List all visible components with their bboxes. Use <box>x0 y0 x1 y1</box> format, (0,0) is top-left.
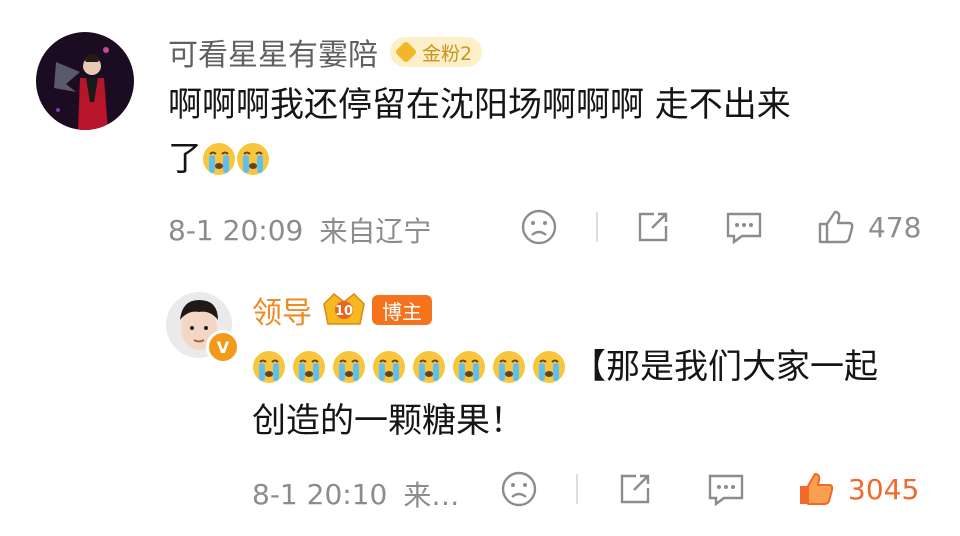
vip-badge[interactable]: 10 <box>320 290 368 330</box>
sad-face-icon <box>521 209 557 245</box>
action-divider <box>596 212 598 242</box>
crying-emoji-icon <box>453 351 485 383</box>
reply-comment-button[interactable] <box>706 470 746 508</box>
comment-bubble-icon <box>726 212 762 245</box>
sad-face-icon <box>501 471 537 507</box>
reply-time: 8-1 20:10 <box>252 477 388 511</box>
crying-emoji-icon <box>237 143 269 175</box>
reply-source: 来… <box>403 479 460 512</box>
blogger-role-badge: 博主 <box>372 295 432 325</box>
share-icon <box>638 212 668 242</box>
commenter-username[interactable]: 可看星星有霎陪 <box>168 30 378 74</box>
reply-emoji-group <box>252 347 572 387</box>
reply-button[interactable] <box>724 208 764 246</box>
gold-fan-icon <box>394 40 418 64</box>
like-count: 478 <box>868 210 922 244</box>
crying-emoji-icon <box>533 351 565 383</box>
crying-emoji-icon <box>203 143 235 175</box>
thumbs-up-icon <box>818 210 854 244</box>
crying-emoji-icon <box>413 351 445 383</box>
comment-text-line2-wrap: 了 <box>168 132 928 186</box>
comment-bubble-icon <box>708 474 744 507</box>
vip-level: 10 <box>335 304 353 319</box>
crying-emoji-icon <box>253 351 285 383</box>
commenter-avatar[interactable] <box>36 32 134 130</box>
action-divider <box>576 474 578 504</box>
share-icon <box>620 474 650 504</box>
crying-emoji-icon <box>333 351 365 383</box>
thumbs-up-filled-icon <box>800 473 834 505</box>
comment-text-line1: 啊啊啊我还停留在沈阳场啊啊啊 走不出来 <box>168 85 791 125</box>
verified-badge-icon: V <box>206 330 240 364</box>
reply-share-button[interactable] <box>616 470 654 508</box>
comment-body: 啊啊啊我还停留在沈阳场啊啊啊 走不出来 了 <box>168 78 928 186</box>
crying-emoji-icon <box>373 351 405 383</box>
comment-text-line2: 了 <box>168 139 202 179</box>
reply-like-count: 3045 <box>848 472 920 506</box>
reply-body: 【那是我们大家一起 创造的一颗糖果！ <box>252 340 952 448</box>
dislike-button[interactable] <box>520 208 558 246</box>
crying-emoji-icon <box>493 351 525 383</box>
reply-text-line2: 创造的一颗糖果！ <box>252 401 524 441</box>
comment-source: 来自辽宁 <box>319 215 432 248</box>
fan-level-badge[interactable]: 金粉2 <box>390 37 483 67</box>
share-button[interactable] <box>634 208 672 246</box>
reply-text-line1: 【那是我们大家一起 <box>572 347 878 387</box>
crying-emoji-icon <box>293 351 325 383</box>
comment-time: 8-1 20:09 <box>168 213 304 247</box>
blogger-username[interactable]: 领导 <box>252 288 312 332</box>
reply-dislike-button[interactable] <box>500 470 538 508</box>
comment-meta: 8-1 20:09 来自辽宁 <box>168 210 431 250</box>
reply-meta: 8-1 20:10 来… <box>252 474 459 514</box>
fan-level-label: 金粉2 <box>422 42 473 65</box>
like-button[interactable]: 478 <box>816 208 921 246</box>
reply-like-button[interactable]: 3045 <box>796 470 919 508</box>
reply-text-line1-wrap: 【那是我们大家一起 <box>252 340 952 394</box>
vip-crown-icon: 10 <box>323 292 365 325</box>
